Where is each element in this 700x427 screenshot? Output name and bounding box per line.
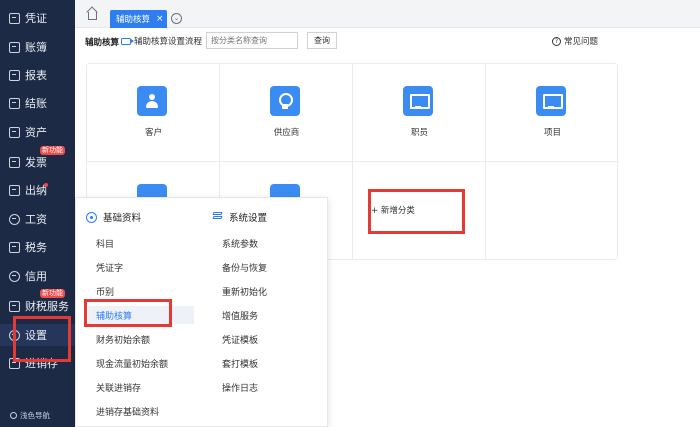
monitor-icon: [536, 86, 566, 116]
invoice-icon: [9, 156, 20, 168]
sidebar-item-label: 账簿: [25, 41, 47, 54]
sidebar-item-label: 财税服务: [25, 300, 69, 313]
medal-icon: [270, 86, 300, 116]
tax-icon: [9, 241, 20, 253]
home-icon: [87, 12, 97, 20]
page-title: 辅助核算: [85, 38, 120, 48]
category-label: 项目: [543, 128, 561, 138]
sidebar-item-label: 信用: [25, 270, 47, 283]
category-label: 客户: [144, 128, 162, 138]
report-icon: [9, 69, 20, 81]
service-icon: [9, 300, 20, 312]
asset-icon: [9, 126, 20, 138]
checkout-icon: [9, 97, 20, 109]
menu-item-initial-balance[interactable]: 财务初始余额: [88, 330, 193, 348]
sidebar-item-credit[interactable]: 信用: [0, 265, 75, 287]
highlight-box: [13, 316, 71, 362]
menu-item-system-params[interactable]: 系统参数: [214, 234, 314, 252]
tab-label: 辅助核算: [116, 15, 151, 25]
notification-dot: [44, 183, 48, 187]
sidebar-item-ledger[interactable]: 账簿: [0, 36, 75, 58]
sidebar-item-salary[interactable]: 工资: [0, 208, 75, 230]
category-label: 供应商: [273, 128, 300, 138]
category-card-project[interactable]: 项目: [486, 64, 619, 162]
monitor-icon: [403, 86, 433, 116]
sidebar-item-label: 结账: [25, 97, 47, 110]
category-card-customer[interactable]: 客户: [87, 64, 220, 162]
sidebar-item-label: 报表: [25, 69, 47, 82]
layers-icon: [212, 212, 223, 222]
sidebar-item-invoice[interactable]: 发票: [0, 151, 75, 173]
menu-item-account[interactable]: 科目: [88, 234, 193, 252]
tab-more-icon[interactable]: ⌄: [171, 13, 182, 24]
sidebar-item-label: 工资: [25, 213, 47, 226]
menu-item-value-added-service[interactable]: 增值服务: [214, 306, 314, 324]
sidebar-item-voucher[interactable]: 凭证: [0, 7, 75, 29]
menu-item-currency[interactable]: 币别: [88, 282, 193, 300]
light-nav-label: 浅色导航: [20, 411, 50, 420]
sidebar-item-label: 税务: [25, 241, 47, 254]
tab-home[interactable]: [83, 9, 101, 23]
menu-item-inventory-basic-data[interactable]: 进销存基础资料: [88, 402, 203, 420]
faq-label: 常见问题: [564, 37, 599, 47]
person-icon: [137, 86, 167, 116]
light-nav-toggle[interactable]: 浅色导航: [10, 410, 50, 421]
category-card-staff[interactable]: 职员: [353, 64, 486, 162]
document-icon: [9, 12, 20, 24]
category-label: 职员: [410, 128, 428, 138]
menu-item-voucher-template[interactable]: 凭证模板: [214, 330, 314, 348]
system-settings-title: 系统设置: [229, 213, 268, 224]
menu-item-cashflow-initial-balance[interactable]: 现金流量初始余额: [88, 354, 203, 372]
menu-item-operation-log[interactable]: 操作日志: [214, 378, 314, 396]
app-root: 凭证 账簿 报表 结账 资产 新功能 发票 出纳 工资 税务 信用 新功能 财税…: [0, 0, 700, 427]
toolbar: 辅助核算 辅助核算设置流程 查询 ?常见问题: [75, 28, 700, 56]
sidebar-item-cashier[interactable]: 出纳: [0, 179, 75, 201]
basic-data-title: 基础资料: [103, 213, 142, 224]
menu-item-backup-restore[interactable]: 备份与恢复: [214, 258, 314, 276]
question-icon: ?: [552, 36, 561, 46]
sidebar-item-asset[interactable]: 资产: [0, 121, 75, 143]
book-icon: [9, 41, 20, 53]
sidebar-item-report[interactable]: 报表: [0, 64, 75, 86]
empty-cell: [486, 162, 619, 260]
menu-item-reinitialize[interactable]: 重新初始化: [214, 282, 314, 300]
sidebar-item-checkout[interactable]: 结账: [0, 92, 75, 114]
search-input[interactable]: [206, 32, 298, 49]
sidebar-item-tax-service[interactable]: 财税服务: [0, 295, 75, 317]
tab-auxiliary-accounting[interactable]: 辅助核算 ×: [110, 10, 167, 28]
search-button[interactable]: 查询: [307, 32, 337, 49]
sidebar-item-label: 凭证: [25, 12, 47, 25]
basic-data-header: 基础资料: [86, 210, 141, 224]
sidebar: 凭证 账簿 报表 结账 资产 新功能 发票 出纳 工资 税务 信用 新功能 财税…: [0, 0, 75, 427]
menu-item-print-template[interactable]: 套打模板: [214, 354, 314, 372]
category-card-supplier[interactable]: 供应商: [220, 64, 353, 162]
salary-icon: [9, 213, 20, 225]
sidebar-item-tax[interactable]: 税务: [0, 236, 75, 258]
gear-icon: [10, 412, 17, 419]
highlight-box: [84, 299, 172, 327]
setup-flow-link[interactable]: 辅助核算设置流程: [121, 35, 202, 47]
tab-bar: 辅助核算 × ⌄: [75, 0, 700, 28]
setup-flow-label: 辅助核算设置流程: [134, 37, 203, 47]
target-icon: [86, 211, 97, 223]
cashier-icon: [9, 184, 20, 196]
highlight-box: [368, 189, 465, 234]
credit-icon: [9, 270, 20, 282]
faq-link[interactable]: ? 常见问题: [552, 35, 598, 47]
sidebar-item-label: 发票: [25, 156, 47, 169]
video-icon: [121, 37, 134, 45]
sidebar-item-label: 资产: [25, 126, 47, 139]
menu-item-voucher-word[interactable]: 凭证字: [88, 258, 193, 276]
menu-item-link-inventory[interactable]: 关联进销存: [88, 378, 193, 396]
system-settings-header: 系统设置: [212, 210, 267, 224]
close-icon[interactable]: ×: [156, 14, 164, 24]
